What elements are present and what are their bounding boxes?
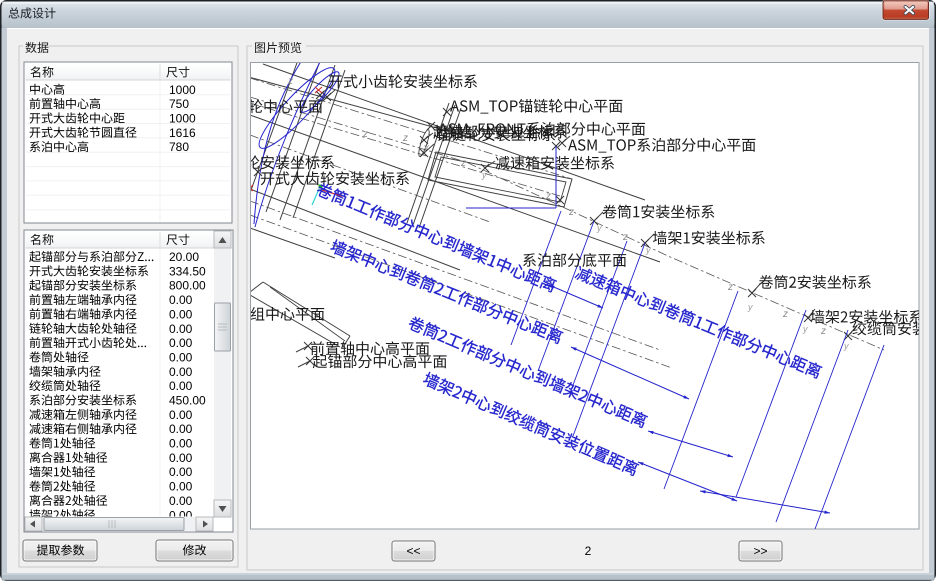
svg-text:750: 750 <box>169 97 189 111</box>
svg-text:800.00: 800.00 <box>169 279 206 293</box>
svg-text:0.00: 0.00 <box>169 480 193 494</box>
svg-text:0.00: 0.00 <box>169 350 193 364</box>
svg-text:z: z <box>568 207 574 218</box>
svg-text:334.50: 334.50 <box>169 264 206 278</box>
svg-text:0.00: 0.00 <box>169 379 193 393</box>
svg-text:z: z <box>727 282 733 293</box>
svg-text:20.00: 20.00 <box>169 250 199 264</box>
svg-text:0.00: 0.00 <box>169 451 193 465</box>
svg-text:450.00: 450.00 <box>169 394 206 408</box>
svg-text:2: 2 <box>585 544 592 558</box>
svg-text:0.00: 0.00 <box>169 422 193 436</box>
svg-text:0.00: 0.00 <box>169 322 193 336</box>
svg-text:y: y <box>747 302 753 312</box>
svg-text:780: 780 <box>169 140 189 154</box>
svg-text:0.00: 0.00 <box>169 293 193 307</box>
svg-text:0.00: 0.00 <box>169 336 193 350</box>
svg-text:1000: 1000 <box>169 112 196 126</box>
svg-text:0.00: 0.00 <box>169 307 193 321</box>
svg-text:y: y <box>843 341 849 351</box>
svg-text:0.00: 0.00 <box>169 494 193 508</box>
svg-text:z: z <box>820 326 826 337</box>
svg-text:z: z <box>362 129 368 140</box>
svg-text:y: y <box>481 170 487 180</box>
svg-text:z: z <box>402 133 408 144</box>
svg-text:0.00: 0.00 <box>169 437 193 451</box>
svg-text:z: z <box>622 232 628 243</box>
svg-text:z: z <box>782 309 788 320</box>
svg-text:1616: 1616 <box>169 126 196 140</box>
svg-text:1000: 1000 <box>169 83 196 97</box>
svg-text:y: y <box>645 245 651 255</box>
svg-text:>>: >> <box>753 544 767 558</box>
svg-text:0.00: 0.00 <box>169 408 193 422</box>
svg-text:z: z <box>287 76 293 87</box>
svg-text:0.00: 0.00 <box>169 365 193 379</box>
svg-text:z: z <box>545 191 551 202</box>
svg-text:y: y <box>802 324 808 334</box>
svg-text:z: z <box>460 158 466 169</box>
svg-text:y: y <box>423 142 429 152</box>
svg-text:<<: << <box>406 544 420 558</box>
svg-text:0.00: 0.00 <box>169 465 193 479</box>
svg-text:y: y <box>596 223 602 233</box>
